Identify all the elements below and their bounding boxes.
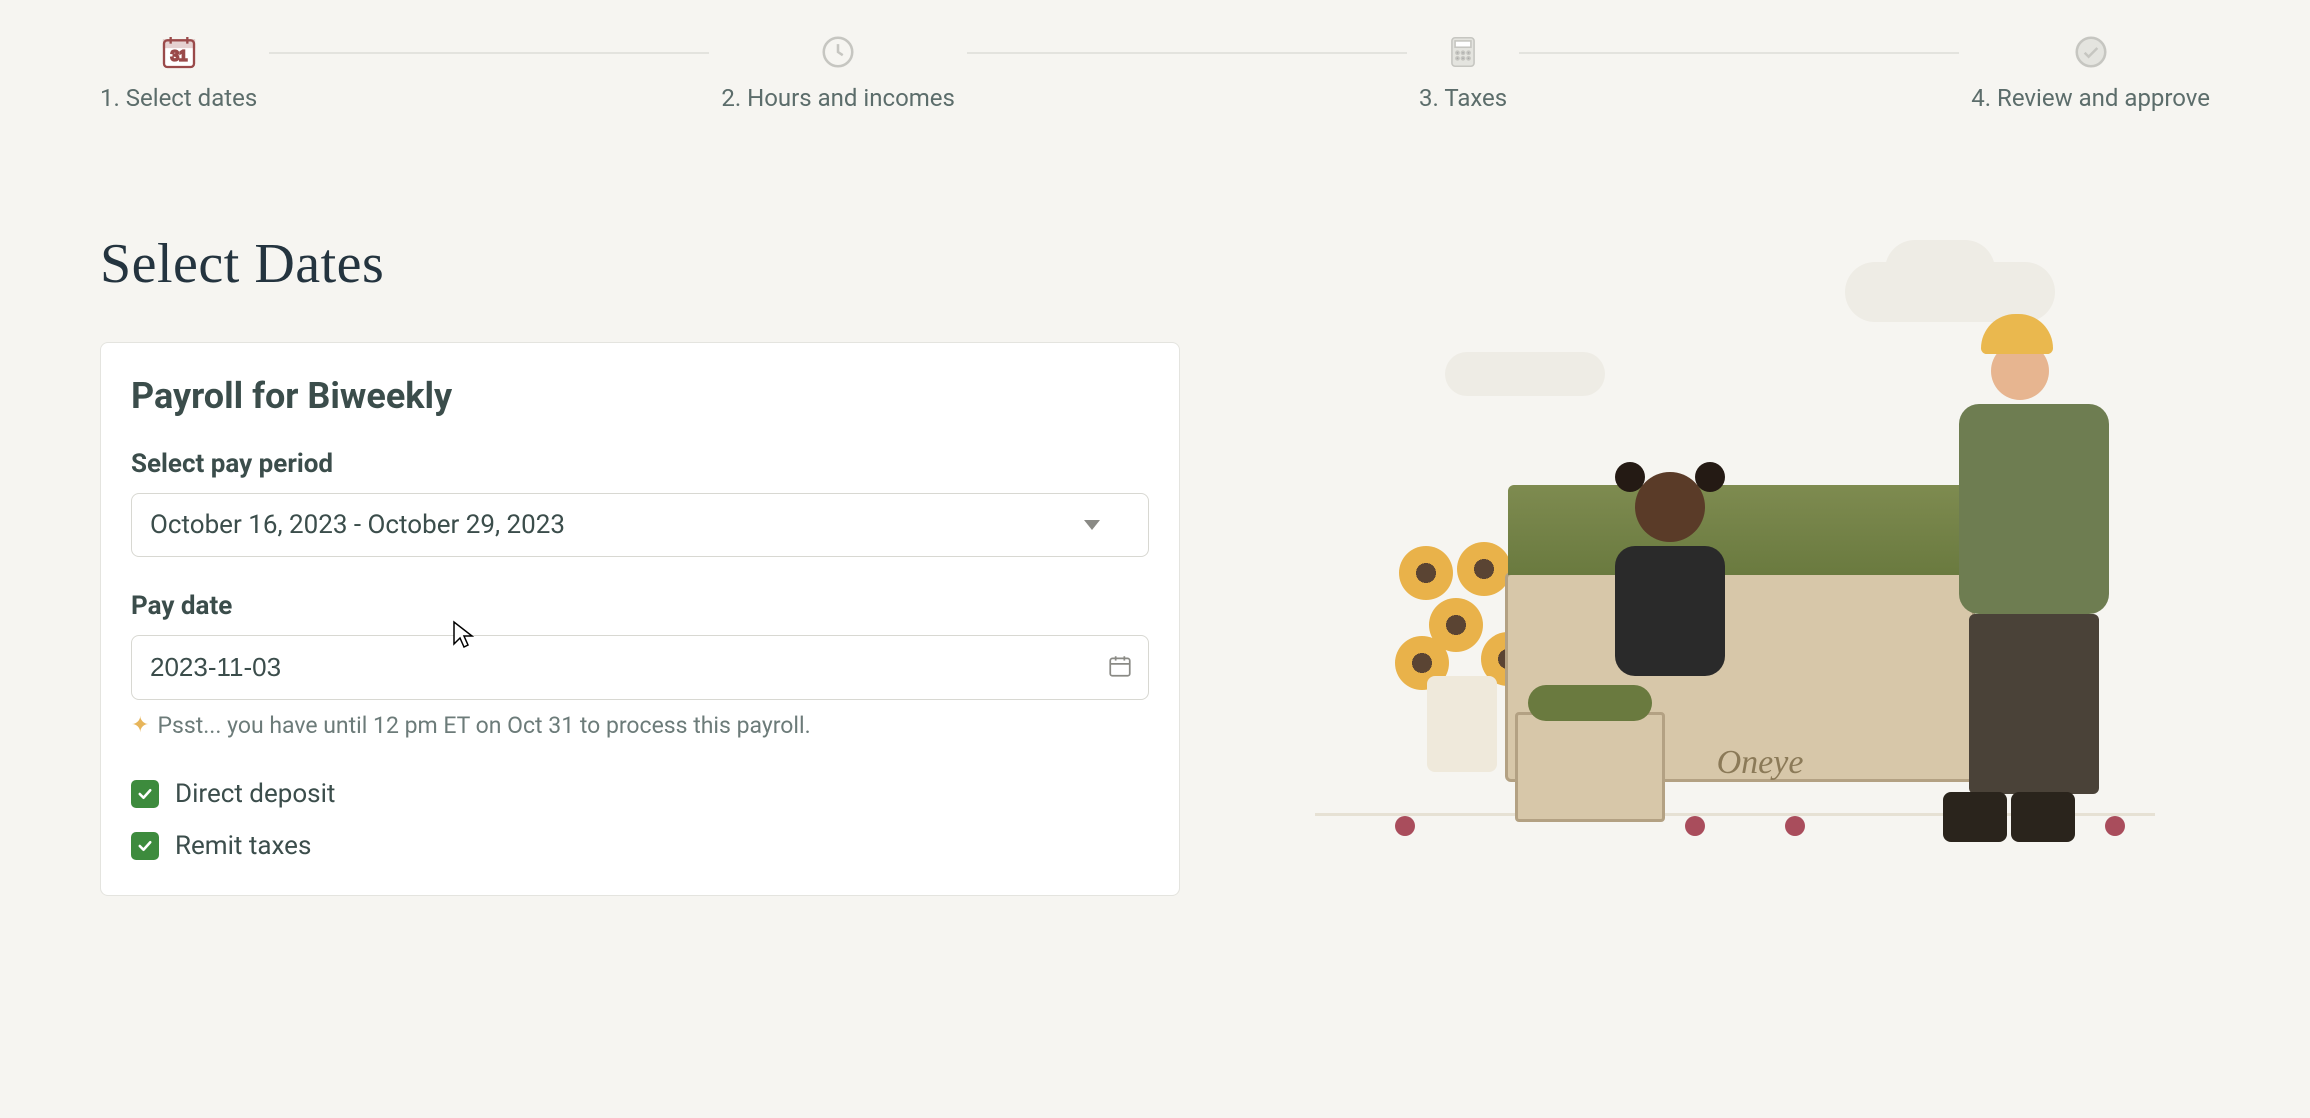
- step-select-dates[interactable]: 31 1. Select dates: [100, 30, 257, 112]
- deadline-hint: ✦ Psst... you have until 12 pm ET on Oct…: [131, 712, 1149, 739]
- step-hours-incomes[interactable]: 2. Hours and incomes: [721, 30, 955, 112]
- step-divider: [1519, 52, 1959, 54]
- market-illustration: Oneye: [1275, 252, 2175, 872]
- pay-period-field: Select pay period October 16, 2023 - Oct…: [131, 449, 1149, 557]
- step-label: 2. Hours and incomes: [721, 84, 955, 112]
- pay-date-label: Pay date: [131, 591, 1149, 621]
- direct-deposit-checkbox[interactable]: [131, 780, 159, 808]
- check-circle-icon: [2069, 30, 2113, 74]
- calendar-icon: 31: [157, 30, 201, 74]
- calculator-icon: [1441, 30, 1485, 74]
- step-divider: [269, 52, 709, 54]
- card-title: Payroll for Biweekly: [131, 375, 1149, 417]
- page-title: Select Dates: [100, 232, 1180, 296]
- clock-icon: [816, 30, 860, 74]
- payroll-card: Payroll for Biweekly Select pay period O…: [100, 342, 1180, 896]
- direct-deposit-row: Direct deposit: [131, 779, 1149, 809]
- calendar-icon[interactable]: [1107, 653, 1133, 683]
- hint-text: Psst... you have until 12 pm ET on Oct 3…: [157, 712, 810, 739]
- pay-period-label: Select pay period: [131, 449, 1149, 479]
- svg-text:31: 31: [170, 47, 187, 64]
- remit-taxes-checkbox[interactable]: [131, 832, 159, 860]
- wizard-stepper: 31 1. Select dates 2. Hours and incomes …: [100, 30, 2210, 112]
- pay-period-select[interactable]: October 16, 2023 - October 29, 2023: [131, 493, 1149, 557]
- pay-date-input[interactable]: [131, 635, 1149, 700]
- pay-date-field: Pay date ✦ Psst... you have until 12 pm …: [131, 591, 1149, 739]
- step-divider: [967, 52, 1407, 54]
- pay-period-value: October 16, 2023 - October 29, 2023: [150, 510, 565, 540]
- remit-taxes-row: Remit taxes: [131, 831, 1149, 861]
- remit-taxes-label: Remit taxes: [175, 831, 311, 861]
- step-review-approve[interactable]: 4. Review and approve: [1971, 30, 2210, 112]
- step-label: 4. Review and approve: [1971, 84, 2210, 112]
- sparkle-icon: ✦: [131, 713, 149, 738]
- step-label: 1. Select dates: [100, 84, 257, 112]
- chevron-down-icon: [1084, 520, 1100, 530]
- step-label: 3. Taxes: [1419, 84, 1507, 112]
- step-taxes[interactable]: 3. Taxes: [1419, 30, 1507, 112]
- direct-deposit-label: Direct deposit: [175, 779, 335, 809]
